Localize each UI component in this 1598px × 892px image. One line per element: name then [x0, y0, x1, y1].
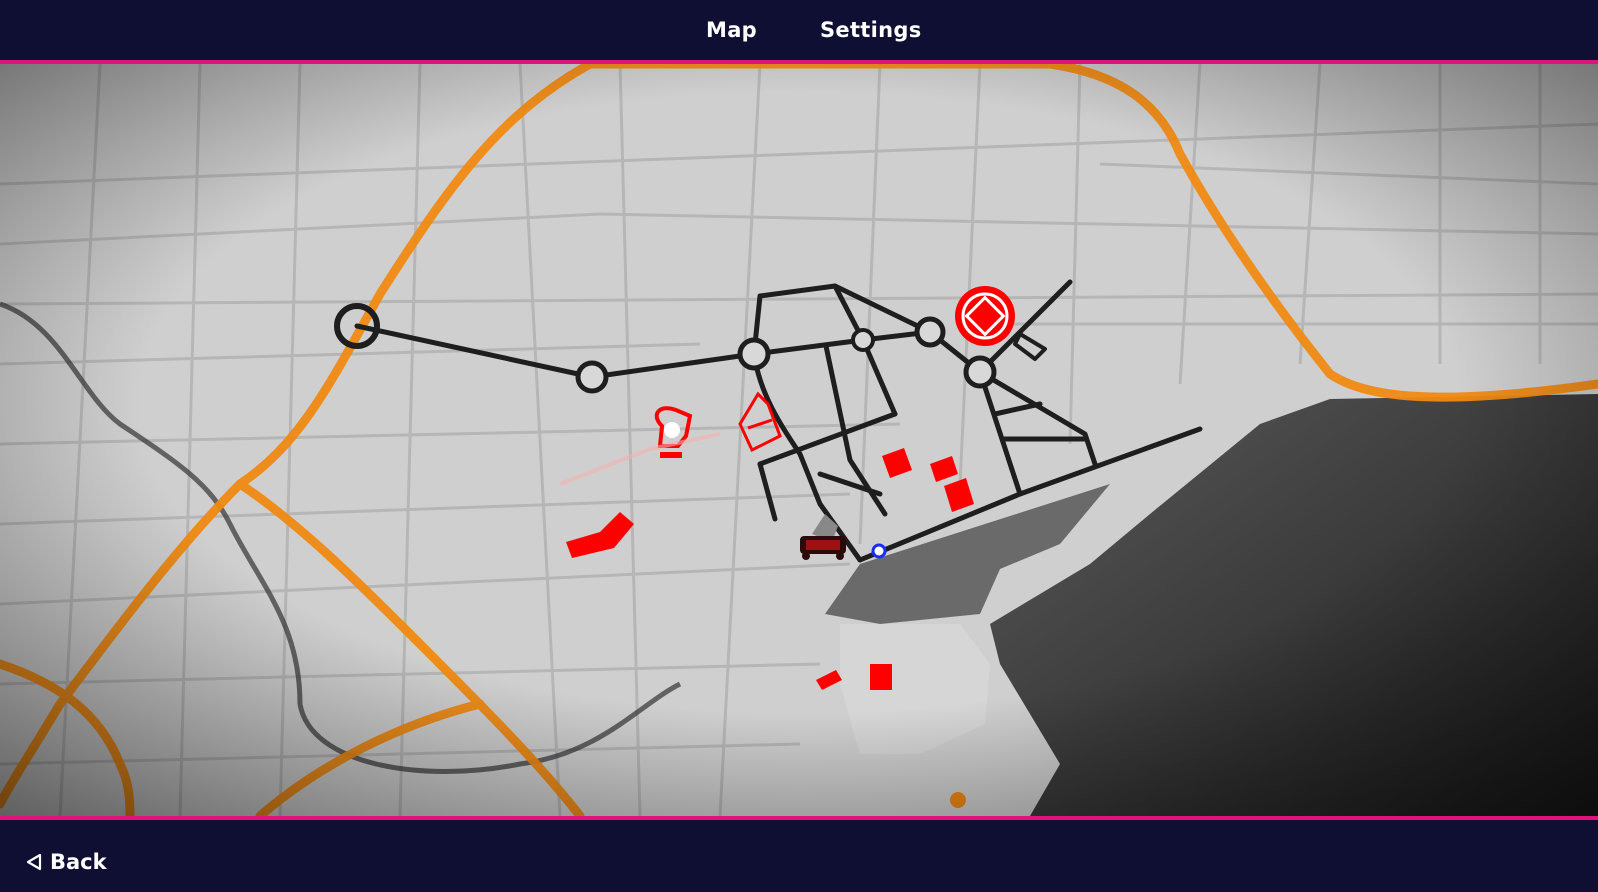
- triangle-left-icon: [26, 853, 42, 871]
- back-label: Back: [50, 850, 107, 874]
- tab-map[interactable]: Map: [706, 18, 757, 42]
- tab-settings[interactable]: Settings: [820, 18, 922, 42]
- back-button[interactable]: Back: [26, 850, 107, 874]
- top-navigation-bar: Map Settings: [0, 0, 1598, 64]
- bottom-bar: Back: [0, 816, 1598, 892]
- map-vignette: [0, 64, 1598, 816]
- city-map[interactable]: [0, 64, 1598, 816]
